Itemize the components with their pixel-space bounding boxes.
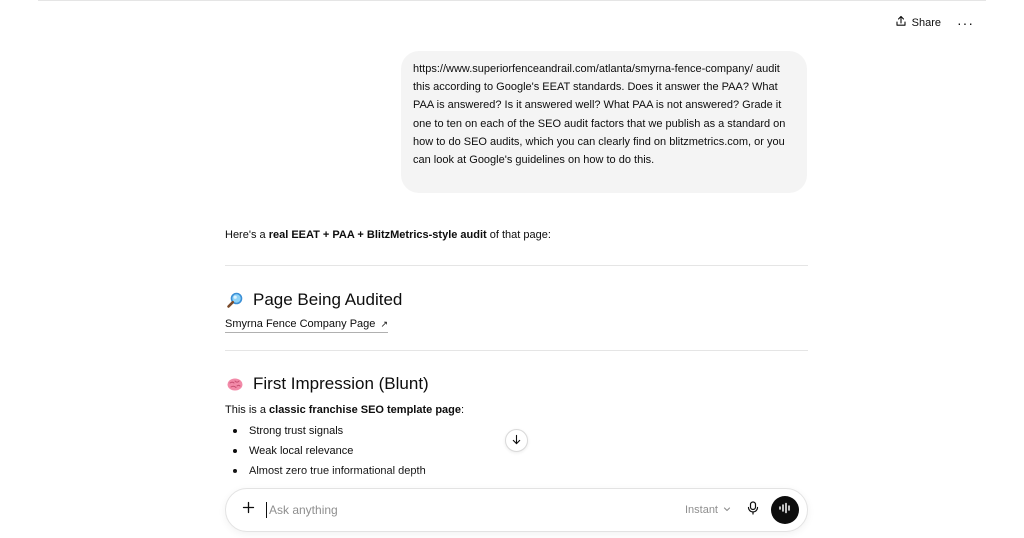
link-text: Smyrna Fence Company Page	[225, 318, 376, 330]
add-attachment-button[interactable]	[240, 501, 256, 519]
chevron-down-icon	[723, 504, 731, 516]
more-options-button[interactable]: ···	[957, 16, 974, 30]
section-title: Page Being Audited	[253, 290, 403, 309]
section-divider	[225, 265, 808, 266]
share-label: Share	[911, 16, 941, 29]
user-message-text: https://www.superiorfenceandrail.com/atl…	[413, 63, 786, 167]
message-composer: Instant	[225, 488, 808, 532]
dictate-button[interactable]	[745, 500, 761, 520]
intro-bold: real EEAT + PAA + BlitzMetrics-style aud…	[268, 229, 487, 241]
audited-page-link[interactable]: Smyrna Fence Company Page ↗	[225, 317, 389, 333]
section-heading-first-impression: First Impression (Blunt)	[225, 373, 808, 395]
first-impression-paragraph: This is a classic franchise SEO template…	[225, 402, 808, 418]
external-link-icon: ↗	[380, 319, 389, 329]
intro-prefix: Here's a	[225, 229, 269, 241]
plus-icon	[242, 501, 255, 519]
voice-mode-icon	[778, 501, 792, 519]
share-button[interactable]: Share	[895, 15, 941, 30]
magnifying-glass-icon	[225, 290, 245, 310]
intro-suffix: of that page:	[486, 229, 551, 241]
para-bold: classic franchise SEO template page	[269, 404, 461, 416]
header-actions: Share ···	[895, 15, 974, 30]
assistant-intro: Here's a real EEAT + PAA + BlitzMetrics-…	[225, 225, 808, 245]
section-heading-page-audited: Page Being Audited	[225, 289, 808, 311]
brain-icon	[225, 374, 245, 394]
microphone-icon	[747, 500, 759, 520]
para-prefix: This is a	[225, 404, 270, 416]
para-suffix: :	[461, 404, 465, 416]
section-title: First Impression (Blunt)	[253, 374, 429, 393]
scroll-to-bottom-button[interactable]	[505, 429, 528, 452]
top-divider	[38, 0, 986, 1]
model-selector[interactable]: Instant	[685, 504, 731, 516]
section-divider	[225, 350, 808, 351]
model-label: Instant	[684, 504, 718, 516]
chat-input[interactable]	[266, 502, 685, 518]
share-icon	[895, 15, 907, 30]
user-message-bubble: https://www.superiorfenceandrail.com/atl…	[401, 51, 807, 193]
voice-mode-button[interactable]	[771, 496, 799, 524]
arrow-down-icon	[511, 432, 522, 450]
